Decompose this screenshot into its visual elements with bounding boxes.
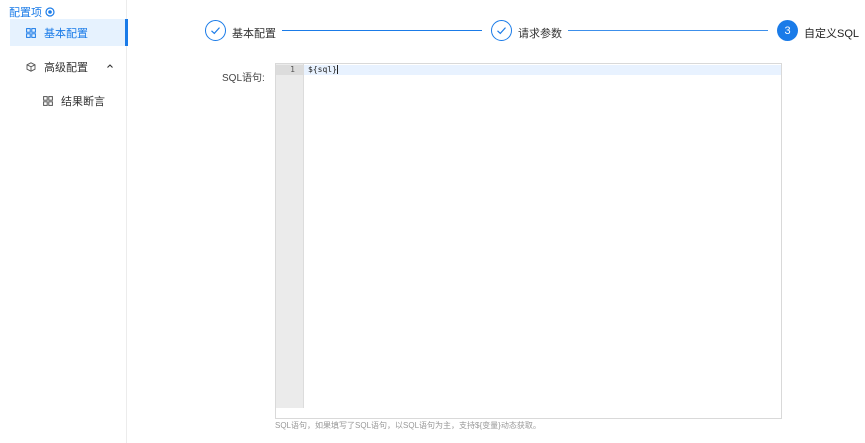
step-2-label: 请求参数 (518, 28, 562, 40)
check-icon (211, 27, 220, 35)
steps-bar: 基本配置 请求参数 3 自定义SQL (0, 0, 865, 60)
line-number: 1 (276, 65, 303, 75)
chevron-up-icon[interactable] (106, 62, 114, 70)
check-icon (497, 27, 506, 35)
step-3-label: 自定义SQL (804, 28, 860, 40)
step-3-number[interactable]: 3 (777, 20, 798, 41)
step-2-check[interactable] (491, 20, 512, 41)
grid-icon (43, 96, 53, 106)
sql-editor[interactable]: 1 ${sql} (275, 63, 782, 409)
sql-label: SQL语句: (222, 73, 265, 84)
active-line-highlight (304, 65, 781, 75)
cube-icon (26, 62, 36, 72)
sidebar: 配置项 基本配置 高级配置 结果断言 (0, 0, 128, 443)
step-1-label: 基本配置 (232, 28, 276, 40)
code-content: ${sql} (308, 65, 337, 74)
editor-status-bar (275, 408, 782, 419)
editor-gutter: 1 (276, 64, 304, 408)
sidebar-item-result-assertion[interactable]: 结果断言 (43, 93, 105, 109)
step-1-check[interactable] (205, 20, 226, 41)
step-connector-1 (282, 30, 482, 31)
sidebar-item-label: 高级配置 (44, 62, 88, 74)
sidebar-item-label: 结果断言 (61, 96, 105, 108)
sql-hint: SQL语句，如果填写了SQL语句，以SQL语句为主，支持${变量}动态获取。 (275, 421, 541, 430)
sidebar-item-advanced-config[interactable]: 高级配置 (26, 59, 126, 75)
step-connector-2 (568, 30, 768, 31)
text-cursor (336, 65, 338, 74)
code-line[interactable]: ${sql} (308, 65, 338, 75)
